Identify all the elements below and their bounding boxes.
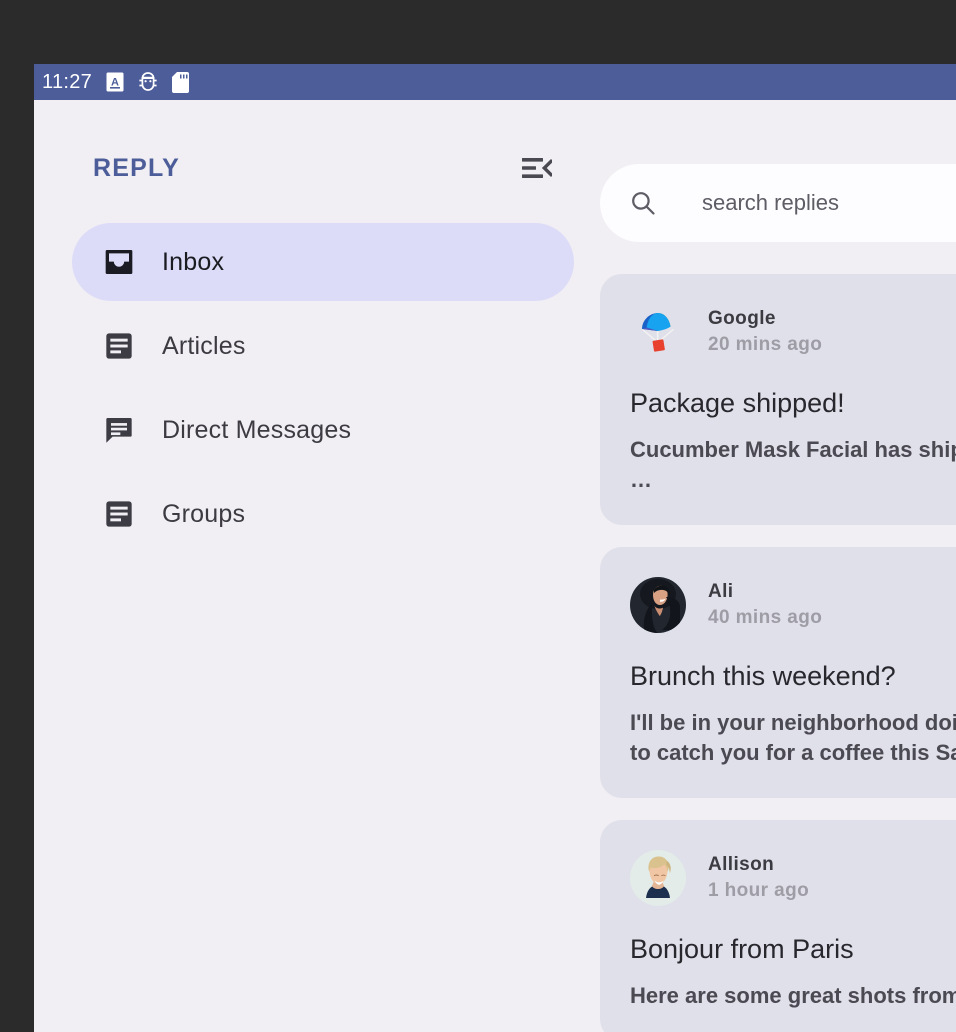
mail-preview-line: to catch you for a coffee this Saturday?: [630, 738, 956, 768]
sidebar-item-label: Articles: [162, 332, 246, 361]
android-debug-icon: [138, 71, 158, 93]
sidebar-item-direct-messages[interactable]: Direct Messages: [72, 391, 574, 469]
mail-subject: Package shipped!: [630, 388, 956, 419]
sidebar-item-label: Direct Messages: [162, 416, 351, 445]
sidebar-item-articles[interactable]: Articles: [72, 307, 574, 385]
sender-name: Allison: [708, 854, 809, 876]
navigation-drawer: REPLY: [34, 100, 600, 1032]
search-icon: [626, 186, 660, 220]
sender-block: Google 20 mins ago: [708, 308, 822, 356]
menu-open-icon[interactable]: [517, 148, 557, 188]
allison-photo-avatar: [630, 850, 686, 906]
sidebar-item-label: Inbox: [162, 248, 224, 277]
sender-name: Google: [708, 308, 822, 330]
mail-preview: I'll be in your neighborhood doing erran…: [630, 708, 956, 768]
svg-text:A: A: [111, 77, 119, 89]
sender-name: Ali: [708, 581, 822, 603]
sidebar-item-groups[interactable]: Groups: [72, 475, 574, 553]
mail-card-header: Ali 40 mins ago: [630, 577, 956, 633]
article-icon: [102, 329, 136, 363]
sidebar-item-inbox[interactable]: Inbox: [72, 223, 574, 301]
sd-card-icon: [172, 72, 189, 93]
mail-preview-line: Cucumber Mask Facial has shipped.: [630, 435, 956, 465]
article-icon: [102, 497, 136, 531]
mail-card-header: Google 20 mins ago: [630, 304, 956, 360]
mail-preview-line: I'll be in your neighborhood doing erran…: [630, 708, 956, 738]
device-viewport: 11:27 A: [34, 64, 956, 1032]
mail-card-header: Allison 1 hour ago: [630, 850, 956, 906]
sender-block: Ali 40 mins ago: [708, 581, 822, 629]
mail-preview: Here are some great shots from my trip..…: [630, 981, 956, 1011]
mail-preview-line: Here are some great shots from my trip..…: [630, 981, 956, 1011]
status-bar: 11:27 A: [34, 64, 956, 100]
mail-list-item[interactable]: Google 20 mins ago Package shipped! Cucu…: [600, 274, 956, 525]
app-title: REPLY: [93, 154, 517, 183]
screenshot-a-icon: A: [106, 72, 124, 92]
mail-preview: Cucumber Mask Facial has shipped. …: [630, 435, 956, 495]
mail-list-pane: Google 20 mins ago Package shipped! Cucu…: [600, 100, 956, 1032]
search-input[interactable]: [702, 190, 956, 216]
nav-list: Inbox Articles: [34, 223, 600, 553]
sender-time: 1 hour ago: [708, 880, 809, 902]
parachute-package-avatar: [630, 304, 686, 360]
mail-list: Google 20 mins ago Package shipped! Cucu…: [600, 274, 956, 1032]
search-bar[interactable]: [600, 164, 956, 242]
mail-subject: Brunch this weekend?: [630, 661, 956, 692]
mail-subject: Bonjour from Paris: [630, 934, 956, 965]
mail-preview-line: …: [630, 465, 956, 495]
chat-bubble-icon: [102, 413, 136, 447]
mail-list-item[interactable]: Ali 40 mins ago Brunch this weekend? I'l…: [600, 547, 956, 798]
sender-time: 20 mins ago: [708, 334, 822, 356]
drawer-header: REPLY: [34, 140, 600, 196]
sender-time: 40 mins ago: [708, 607, 822, 629]
sidebar-item-label: Groups: [162, 500, 245, 529]
ali-photo-avatar: [630, 577, 686, 633]
app-body: REPLY: [34, 100, 956, 1032]
status-bar-clock: 11:27: [42, 71, 92, 94]
sender-block: Allison 1 hour ago: [708, 854, 809, 902]
inbox-icon: [102, 245, 136, 279]
mail-list-item[interactable]: Allison 1 hour ago Bonjour from Paris He…: [600, 820, 956, 1032]
